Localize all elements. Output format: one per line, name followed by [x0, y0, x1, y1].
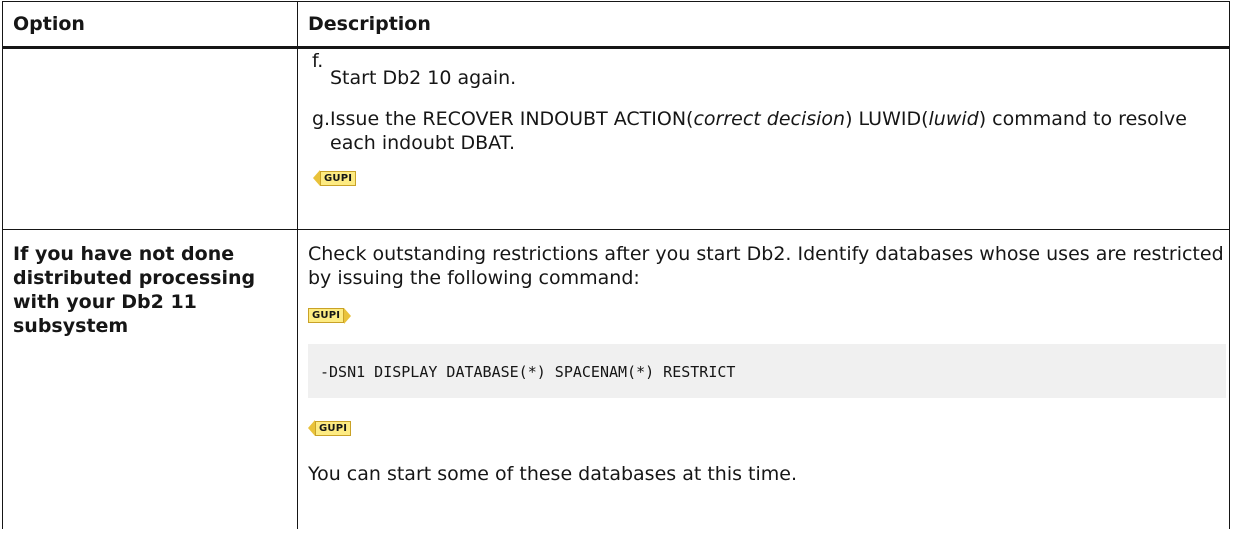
arrow-left-icon — [308, 420, 315, 436]
intro-paragraph: Check outstanding restrictions after you… — [308, 243, 1224, 289]
gupi-label: GUPI — [308, 308, 345, 323]
gupi-end-marker: GUPI — [308, 420, 352, 437]
gupi-label: GUPI — [315, 420, 352, 436]
gupi-label: GUPI — [320, 170, 357, 186]
step-g: g. Issue the RECOVER INDOUBT ACTION(corr… — [298, 107, 1229, 155]
step-label: g. — [312, 108, 331, 130]
option-column-header: Option — [2, 1, 298, 49]
step-text: ) LUWID( — [845, 108, 929, 130]
command-code-block: -DSN1 DISPLAY DATABASE(*) SPACENAM(*) RE… — [308, 344, 1226, 398]
table-row: If you have not done distributed process… — [2, 229, 1230, 529]
options-table: Option Description f. Start Db2 10 again… — [2, 1, 1230, 529]
gupi-end-marker: GUPI — [313, 170, 357, 187]
closing-paragraph: You can start some of these databases at… — [308, 463, 798, 485]
step-label: f. — [312, 50, 324, 72]
description-cell: f. Start Db2 10 again. g. Issue the RECO… — [297, 47, 1230, 230]
table-header-row: Option Description — [2, 1, 1230, 49]
description-column-header: Description — [297, 1, 1230, 49]
variable-text: luwid — [928, 108, 979, 130]
step-text: Issue the RECOVER INDOUBT ACTION( — [330, 108, 694, 130]
option-cell — [2, 47, 298, 230]
table-row: f. Start Db2 10 again. g. Issue the RECO… — [2, 47, 1230, 230]
step-text: Start Db2 10 again. — [330, 67, 517, 89]
arrow-left-icon — [313, 170, 320, 186]
gupi-start-marker: GUPI — [308, 307, 352, 324]
step-f: f. Start Db2 10 again. — [298, 49, 1229, 90]
option-text: If you have not done distributed process… — [13, 243, 256, 337]
option-text — [3, 49, 297, 61]
option-cell: If you have not done distributed process… — [2, 229, 298, 529]
variable-text: correct decision — [693, 108, 846, 130]
description-cell: Check outstanding restrictions after you… — [297, 229, 1230, 529]
arrow-right-icon — [344, 307, 352, 324]
